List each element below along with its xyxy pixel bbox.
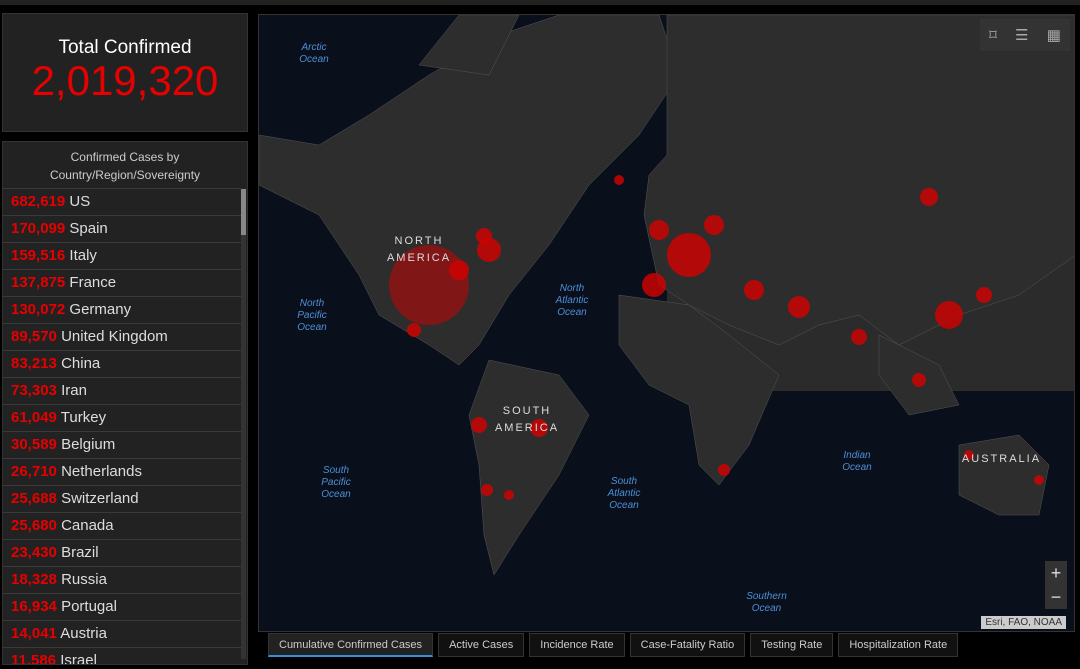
- case-count: 23,430: [11, 544, 57, 561]
- ocean-label: South Pacific Ocean: [321, 465, 351, 500]
- country-list-item[interactable]: 83,213 China: [3, 350, 241, 377]
- case-count: 26,710: [11, 463, 57, 480]
- case-count: 61,049: [11, 409, 57, 426]
- country-list-panel: Confirmed Cases by Country/Region/Sovere…: [2, 141, 248, 665]
- tab-testing-rate[interactable]: Testing Rate: [750, 633, 834, 657]
- map-toolbar: ⌑ ☰ ▦: [980, 19, 1070, 51]
- country-name: Italy: [69, 247, 97, 264]
- scrollbar[interactable]: [241, 189, 246, 659]
- country-list-item[interactable]: 16,934 Portugal: [3, 593, 241, 620]
- country-name: United Kingdom: [61, 328, 168, 345]
- country-list-item[interactable]: 682,619 US: [3, 188, 241, 215]
- total-confirmed-title: Total Confirmed: [58, 37, 192, 58]
- ocean-label: Indian Ocean: [842, 450, 872, 473]
- map-view[interactable]: Arctic Ocean North Pacific Ocean North A…: [258, 14, 1075, 632]
- country-list-item[interactable]: 25,688 Switzerland: [3, 485, 241, 512]
- country-name: France: [69, 274, 117, 291]
- case-count: 16,934: [11, 598, 57, 615]
- continent-label: SOUTH AMERICA: [494, 405, 560, 434]
- case-count: 14,041: [11, 625, 57, 642]
- ocean-label: Arctic Ocean: [299, 42, 329, 65]
- tab-active-cases[interactable]: Active Cases: [438, 633, 525, 657]
- country-list-item[interactable]: 89,570 United Kingdom: [3, 323, 241, 350]
- continent-label: AUSTRALIA: [961, 453, 1042, 465]
- country-list-title: Confirmed Cases by Country/Region/Sovere…: [49, 150, 201, 182]
- case-count: 25,680: [11, 517, 57, 534]
- zoom-out-button[interactable]: −: [1045, 585, 1067, 609]
- case-count: 25,688: [11, 490, 57, 507]
- country-list-item[interactable]: 11,586 Israel: [3, 647, 241, 665]
- ocean-label: North Pacific Ocean: [297, 298, 327, 333]
- ocean-label: South Atlantic Ocean: [607, 476, 641, 511]
- country-name: US: [69, 193, 91, 210]
- country-list-item[interactable]: 61,049 Turkey: [3, 404, 241, 431]
- country-list-item[interactable]: 26,710 Netherlands: [3, 458, 241, 485]
- map-attribution: Esri, FAO, NOAA: [981, 616, 1066, 629]
- country-list-item[interactable]: 23,430 Brazil: [3, 539, 241, 566]
- country-list-item[interactable]: 170,099 Spain: [3, 215, 241, 242]
- tab-case-fatality-ratio[interactable]: Case-Fatality Ratio: [629, 633, 746, 657]
- basemap-gallery-icon[interactable]: ▦: [1047, 26, 1061, 44]
- tab-cumulative-confirmed-cases[interactable]: Cumulative Confirmed Cases: [268, 633, 434, 657]
- tab-hospitalization-rate[interactable]: Hospitalization Rate: [838, 633, 959, 657]
- total-confirmed-value: 2,019,320: [31, 57, 219, 104]
- country-name: Israel: [60, 652, 97, 665]
- total-confirmed-panel: Total Confirmed 2,019,320: [2, 13, 248, 132]
- country-name: Switzerland: [61, 490, 139, 507]
- case-count: 73,303: [11, 382, 57, 399]
- country-name: Belgium: [61, 436, 116, 453]
- zoom-controls: + −: [1045, 561, 1067, 609]
- country-name: Iran: [61, 382, 87, 399]
- case-count: 11,586: [11, 652, 57, 665]
- country-name: China: [61, 355, 101, 372]
- case-count: 30,589: [11, 436, 57, 453]
- country-name: Germany: [69, 301, 132, 318]
- country-name: Portugal: [61, 598, 117, 615]
- country-list-item[interactable]: 159,516 Italy: [3, 242, 241, 269]
- country-name: Brazil: [61, 544, 99, 561]
- country-name: Spain: [69, 220, 108, 237]
- country-list-item[interactable]: 30,589 Belgium: [3, 431, 241, 458]
- tab-incidence-rate[interactable]: Incidence Rate: [529, 633, 625, 657]
- world-map: [259, 15, 1074, 576]
- case-count: 83,213: [11, 355, 57, 372]
- case-count: 89,570: [11, 328, 57, 345]
- case-count: 137,875: [11, 274, 66, 291]
- case-count: 130,072: [11, 301, 66, 318]
- zoom-in-button[interactable]: +: [1045, 561, 1067, 585]
- country-list-item[interactable]: 14,041 Austria: [3, 620, 241, 647]
- country-name: Turkey: [60, 409, 107, 426]
- bookmark-icon[interactable]: ⌑: [989, 26, 997, 44]
- ocean-label: Southern Ocean: [746, 591, 787, 614]
- case-count: 18,328: [11, 571, 57, 588]
- map-tabs: Cumulative Confirmed Cases Active Cases In…: [268, 633, 959, 657]
- case-count: 170,099: [11, 220, 66, 237]
- country-list-item[interactable]: 25,680 Canada: [3, 512, 241, 539]
- country-list-item[interactable]: 130,072 Germany: [3, 296, 241, 323]
- country-list-item[interactable]: 73,303 Iran: [3, 377, 241, 404]
- legend-list-icon[interactable]: ☰: [1015, 26, 1028, 44]
- country-name: Netherlands: [61, 463, 142, 480]
- ocean-label: North Atlantic Ocean: [555, 283, 589, 318]
- country-list-item[interactable]: 137,875 France: [3, 269, 241, 296]
- country-list-item[interactable]: 18,328 Russia: [3, 566, 241, 593]
- country-name: Austria: [60, 625, 107, 642]
- continent-label: NORTH AMERICA: [386, 235, 452, 264]
- case-count: 682,619: [11, 193, 66, 210]
- top-bar: [0, 0, 1080, 5]
- country-name: Russia: [61, 571, 107, 588]
- country-name: Canada: [61, 517, 114, 534]
- case-count: 159,516: [11, 247, 66, 264]
